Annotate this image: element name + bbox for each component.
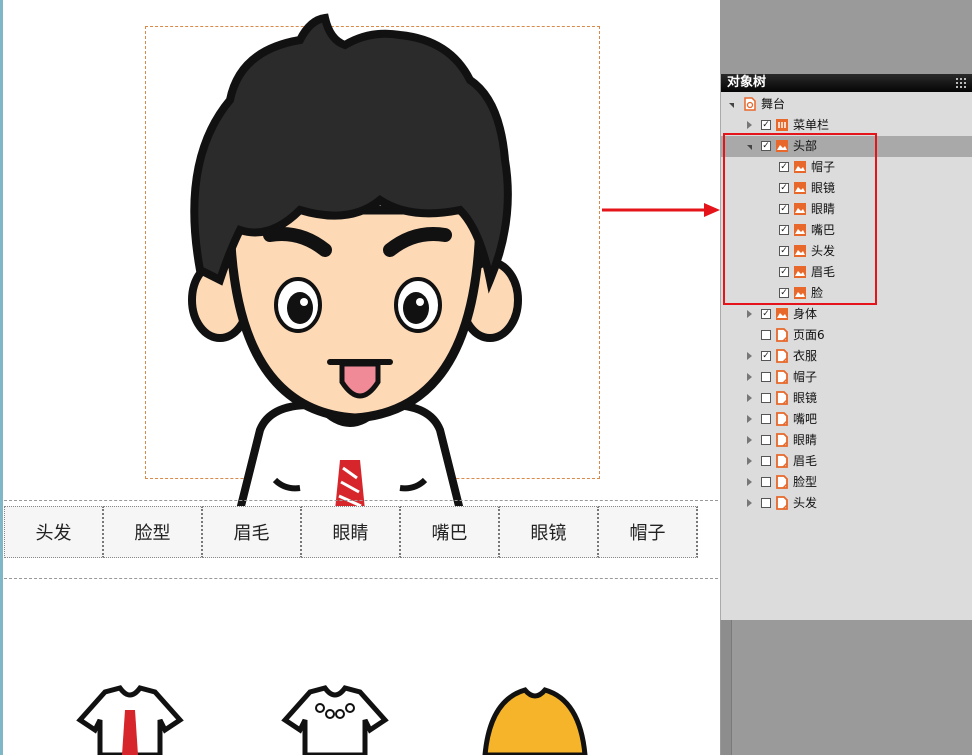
page-icon <box>775 412 789 426</box>
tree-row[interactable]: 眼睛 <box>721 430 972 451</box>
tree-row[interactable]: 帽子 <box>721 367 972 388</box>
tree-row[interactable]: 页面6 <box>721 325 972 346</box>
tabbar-bottom-rule <box>4 578 718 579</box>
tree-row[interactable]: 嘴吧 <box>721 409 972 430</box>
image-icon <box>775 307 789 321</box>
tab-mouth[interactable]: 嘴巴 <box>401 506 500 558</box>
clothing-options <box>76 685 588 755</box>
collapse-toggle-icon[interactable] <box>747 415 752 423</box>
visibility-checkbox[interactable] <box>761 456 771 466</box>
tab-eyes[interactable]: 眼睛 <box>302 506 401 558</box>
page-icon <box>775 496 789 510</box>
visibility-checkbox[interactable] <box>761 372 771 382</box>
tree-row[interactable]: 舞台 <box>721 94 972 115</box>
tree-row-label: 眼镜 <box>793 391 818 405</box>
tab-eyebrows[interactable]: 眉毛 <box>203 506 302 558</box>
tree-row[interactable]: 眼镜 <box>721 388 972 409</box>
collapse-toggle-icon[interactable] <box>747 499 752 507</box>
tree-row-label: 舞台 <box>761 97 786 111</box>
panel-grip-icon[interactable] <box>956 78 968 88</box>
page-icon <box>775 328 789 342</box>
annotation-arrow <box>602 203 720 217</box>
menu-icon <box>775 118 789 132</box>
panel-title: 对象树 <box>721 74 972 92</box>
tab-hair[interactable]: 头发 <box>4 506 104 558</box>
collapse-toggle-icon[interactable] <box>747 373 752 381</box>
tree-row-label: 头发 <box>793 496 818 510</box>
visibility-checkbox[interactable] <box>761 330 771 340</box>
tabbar-top-rule <box>4 500 718 501</box>
tree-row-label: 衣服 <box>793 349 818 363</box>
visibility-checkbox[interactable]: ✓ <box>761 351 771 361</box>
tab-face-shape[interactable]: 脸型 <box>104 506 203 558</box>
collapse-toggle-icon[interactable] <box>747 478 752 486</box>
visibility-checkbox[interactable]: ✓ <box>761 120 771 130</box>
tree-row-label: 脸型 <box>793 475 818 489</box>
collapse-toggle-icon[interactable] <box>747 121 752 129</box>
tab-hat[interactable]: 帽子 <box>599 506 698 558</box>
tree-row[interactable]: 眉毛 <box>721 451 972 472</box>
tree-row-label: 身体 <box>793 307 818 321</box>
collapse-toggle-icon[interactable] <box>747 310 752 318</box>
stage-edge <box>0 0 3 755</box>
visibility-checkbox[interactable] <box>761 435 771 445</box>
page-icon <box>775 391 789 405</box>
collapse-toggle-icon[interactable] <box>747 394 752 402</box>
collapse-toggle-icon[interactable] <box>747 352 752 360</box>
visibility-checkbox[interactable] <box>761 477 771 487</box>
tree-row-label: 页面6 <box>793 328 825 342</box>
tree-row-label: 眼睛 <box>793 433 818 447</box>
tab-bar: 头发 脸型 眉毛 眼睛 嘴巴 眼镜 帽子 <box>4 506 718 558</box>
visibility-checkbox[interactable] <box>761 393 771 403</box>
collapse-toggle-icon[interactable] <box>747 436 752 444</box>
tree-row-label: 嘴吧 <box>793 412 818 426</box>
collapse-toggle-icon[interactable] <box>747 457 752 465</box>
stage-canvas[interactable]: 头发 脸型 眉毛 眼睛 嘴巴 眼镜 帽子 <box>0 0 720 755</box>
tree-row-label: 眉毛 <box>793 454 818 468</box>
expand-toggle-icon[interactable] <box>729 103 734 108</box>
side-background-lower <box>720 620 972 755</box>
page-icon <box>775 433 789 447</box>
tab-glasses[interactable]: 眼镜 <box>500 506 599 558</box>
tree-row[interactable]: 头发 <box>721 493 972 514</box>
page-icon <box>775 454 789 468</box>
side-background <box>720 0 972 74</box>
tree-row[interactable]: ✓ 身体 <box>721 304 972 325</box>
vertical-ruler <box>721 620 732 755</box>
page-icon <box>775 370 789 384</box>
page-icon <box>775 475 789 489</box>
tree-row[interactable]: 脸型 <box>721 472 972 493</box>
avatar-image[interactable] <box>160 10 540 510</box>
tree-row-label: 帽子 <box>793 370 818 384</box>
visibility-checkbox[interactable]: ✓ <box>761 309 771 319</box>
annotation-highlight-box <box>723 133 877 305</box>
stage-icon <box>743 97 757 111</box>
page-icon <box>775 349 789 363</box>
shirt-yellow-option[interactable] <box>482 687 588 755</box>
visibility-checkbox[interactable] <box>761 414 771 424</box>
tree-row[interactable]: ✓ 衣服 <box>721 346 972 367</box>
shirt-tie-option[interactable] <box>76 685 184 755</box>
shirt-necklace-option[interactable] <box>281 685 389 755</box>
visibility-checkbox[interactable] <box>761 498 771 508</box>
